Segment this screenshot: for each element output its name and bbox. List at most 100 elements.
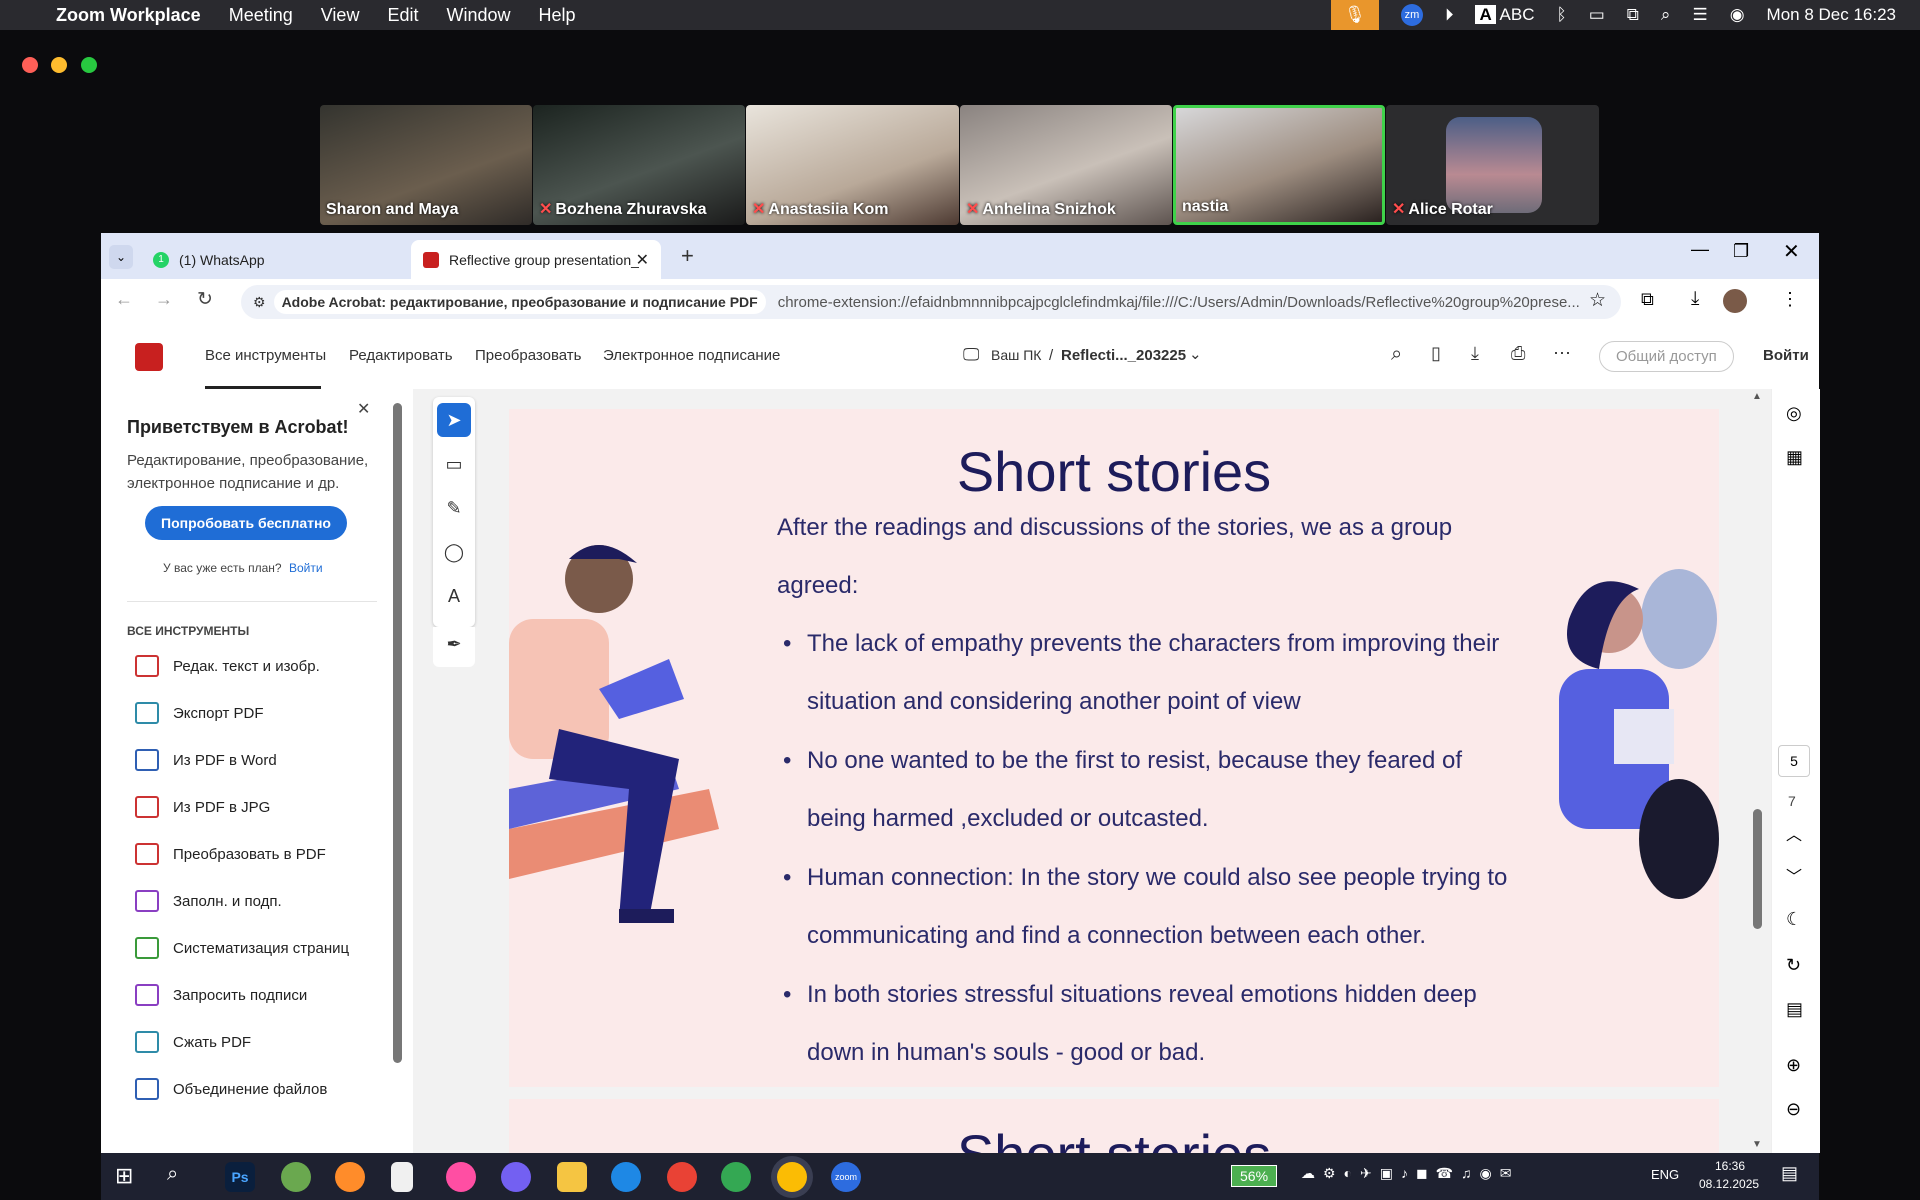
tool-convert-to-pdf[interactable]: Преобразовать в PDF [135,843,326,865]
more-icon[interactable]: ⋯ [1553,343,1571,364]
scroll-down-icon[interactable]: ▼ [1752,1139,1762,1150]
nav-edit[interactable]: Редактировать [349,347,453,364]
document-scrollbar[interactable] [1753,809,1762,929]
prev-page-icon[interactable]: ︿ [1786,821,1802,845]
taskbar-time[interactable]: 16:36 [1715,1159,1745,1173]
chrome-icon[interactable] [721,1162,751,1192]
zoom-taskbar-icon[interactable]: zoom [831,1162,861,1192]
taskbar-date[interactable]: 08.12.2025 [1699,1177,1759,1191]
notifications-icon[interactable]: ▤ [1781,1163,1798,1184]
menu-meeting[interactable]: Meeting [229,5,293,26]
participant-tile[interactable]: ✕ Bozhena Zhuravska [533,105,745,225]
battery-percent[interactable]: 56% [1231,1165,1278,1187]
clock[interactable]: Mon 8 Dec 16:23 [1767,5,1896,25]
chevron-down-icon[interactable]: ⌄ [1189,345,1202,363]
menu-view[interactable]: View [321,5,360,26]
edge-icon[interactable] [611,1162,641,1192]
chrome-icon[interactable] [777,1162,807,1192]
control-center-icon[interactable]: ☰ [1692,5,1707,25]
menu-help[interactable]: Help [539,5,576,26]
zoom-window-button[interactable] [81,57,97,73]
download-icon[interactable]: ⤓ [1471,343,1479,364]
reload-icon[interactable]: ↻ [197,288,213,311]
chrome-icon[interactable] [667,1162,697,1192]
site-chip[interactable]: Adobe Acrobat: редактирование, преобразо… [273,290,766,314]
sign-tool-icon[interactable]: ✒ [437,627,471,661]
tray-icons[interactable]: ☁⚙◐✈▣♪◼☎♫◉✉ [1301,1165,1519,1182]
search-icon[interactable]: ⌕ [1661,5,1671,25]
browser-menu-icon[interactable]: ⋮ [1781,289,1799,310]
tab-reflective[interactable]: Reflective group presentation_2 ✕ [411,240,661,279]
tool-merge-files[interactable]: Объединение файлов [135,1078,327,1100]
omnibox[interactable]: ⚙ Adobe Acrobat: редактирование, преобра… [241,285,1621,319]
language-indicator[interactable]: ENG [1651,1167,1679,1182]
forward-icon[interactable]: → [155,289,173,310]
try-free-button[interactable]: Попробовать бесплатно [145,506,347,540]
participant-tile-active-speaker[interactable]: nastia [1173,105,1385,225]
back-icon[interactable]: ← [115,289,133,310]
microphone-icon[interactable]: 🎙 [1330,0,1379,30]
next-page-icon[interactable]: ﹀ [1786,863,1802,887]
url-text[interactable]: chrome-extension://efaidnbmnnnibpcajpcgl… [778,294,1580,311]
close-window-button[interactable] [22,57,38,73]
menu-edit[interactable]: Edit [387,5,418,26]
tool-edit-text[interactable]: Редак. текст и изобр. [135,655,320,677]
app-menu[interactable]: Zoom Workplace [56,5,201,26]
siri-icon[interactable]: ◉ [1730,5,1745,25]
tool-pdf-to-jpg[interactable]: Из PDF в JPG [135,796,270,818]
zoom-out-icon[interactable]: ⊖ [1786,1099,1801,1120]
app-icon[interactable] [335,1162,365,1192]
nav-all-tools[interactable]: Все инструменты [205,347,326,364]
current-page-input[interactable]: 5 [1778,745,1810,777]
participant-tile[interactable]: Sharon and Maya [320,105,532,225]
file-name[interactable]: Reflecti..._203225 [1061,347,1186,364]
photoshop-icon[interactable]: Ps [225,1162,255,1192]
bluetooth-icon[interactable]: ᛒ [1557,5,1567,25]
viber-icon[interactable] [501,1162,531,1192]
pen-tool-icon[interactable]: ✎ [437,491,471,525]
downloads-icon[interactable]: ⤓ [1691,288,1699,310]
page-view-icon[interactable]: ▯ [1431,343,1441,364]
zoom-status-icon[interactable]: zm [1400,4,1423,26]
dark-mode-icon[interactable]: ☾ [1786,909,1802,930]
tool-request-signatures[interactable]: Запросить подписи [135,984,307,1006]
screen-mirror-icon[interactable]: ⧉ [1627,5,1639,25]
input-source-icon[interactable]: A ABC [1475,5,1535,25]
acrobat-logo-icon[interactable] [135,343,163,371]
battery-icon[interactable]: ▭ [1589,5,1605,25]
lasso-tool-icon[interactable]: ◯ [437,535,471,569]
tab-search-icon[interactable]: ⌄ [109,245,133,269]
zoom-in-icon[interactable]: ⊕ [1786,1055,1801,1076]
nav-esign[interactable]: Электронное подписание [603,347,780,364]
tool-fill-sign[interactable]: Заполн. и подп. [135,890,282,912]
play-icon[interactable]: ⏵ [1445,5,1454,25]
profile-avatar[interactable] [1723,289,1747,313]
scroll-up-icon[interactable]: ▲ [1752,391,1762,402]
sign-in-button[interactable]: Войти [1763,347,1809,364]
panel-scrollbar[interactable] [393,403,402,1063]
grid-view-icon[interactable]: ▦ [1786,447,1803,468]
tool-pdf-to-word[interactable]: Из PDF в Word [135,749,277,771]
participant-tile[interactable]: ✕ Alice Rotar [1386,105,1599,225]
notepad-icon[interactable] [391,1162,413,1192]
app-icon[interactable] [446,1162,476,1192]
site-info-icon[interactable]: ⚙ [253,294,266,311]
text-tool-icon[interactable]: A [437,579,471,613]
document-properties-icon[interactable]: ▤ [1786,999,1803,1020]
restore-icon[interactable]: ❐ [1733,241,1749,262]
menu-window[interactable]: Window [446,5,510,26]
search-icon[interactable]: ⌕ [167,1163,178,1186]
app-icon[interactable] [281,1162,311,1192]
print-icon[interactable]: ⎙ [1511,343,1525,364]
close-panel-icon[interactable]: ✕ [357,399,370,419]
location-label[interactable]: Ваш ПК [991,347,1041,363]
close-tab-icon[interactable]: ✕ [636,250,649,270]
ai-assistant-icon[interactable]: ◎ [1786,403,1802,424]
select-tool-icon[interactable]: ➤ [437,403,471,437]
minimize-window-button[interactable] [51,57,67,73]
start-icon[interactable]: ⊞ [115,1163,133,1189]
minimize-icon[interactable]: — [1691,239,1709,260]
tool-export-pdf[interactable]: Экспорт PDF [135,702,264,724]
tool-compress-pdf[interactable]: Сжать PDF [135,1031,251,1053]
rotate-icon[interactable]: ↻ [1786,955,1801,976]
